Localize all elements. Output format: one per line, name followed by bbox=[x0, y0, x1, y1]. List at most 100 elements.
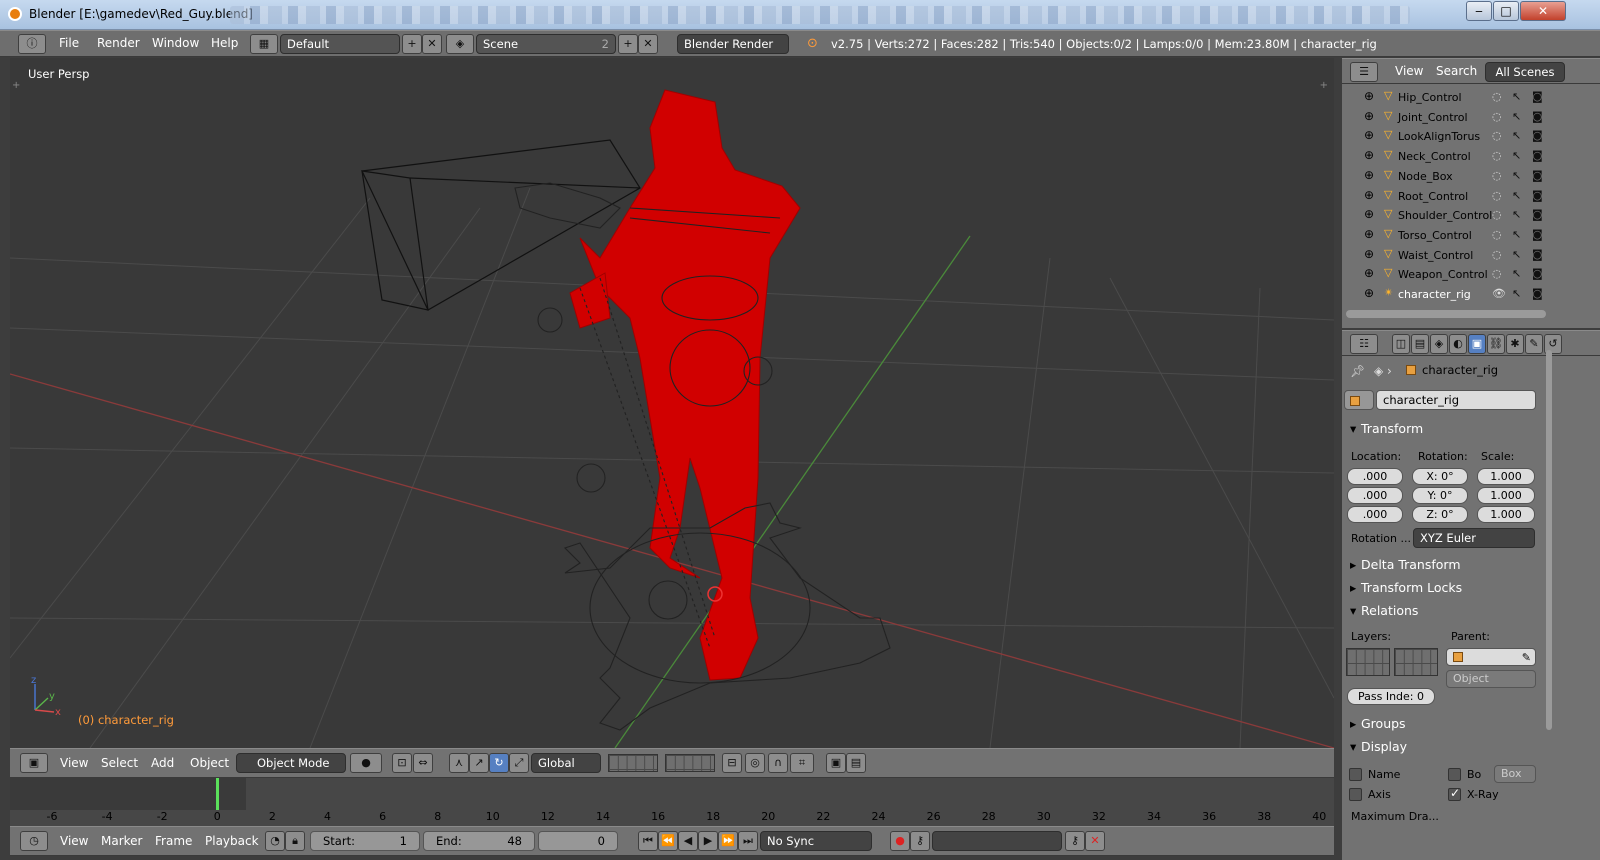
visibility-eye-icon[interactable]: ◌ bbox=[1492, 169, 1502, 182]
display-header[interactable]: Display bbox=[1361, 739, 1407, 754]
outliner-item[interactable]: ⊕ ▽ Joint_Control ◌ ↖ ◙ bbox=[1342, 108, 1547, 128]
keying-set-icon[interactable]: ⚷ bbox=[910, 831, 930, 851]
selectability-arrow-icon[interactable]: ↖ bbox=[1512, 169, 1521, 182]
scale-x-field[interactable]: 1.000 bbox=[1477, 468, 1535, 485]
groups-arrow[interactable]: ▸ bbox=[1350, 716, 1356, 731]
selectability-arrow-icon[interactable]: ↖ bbox=[1512, 149, 1521, 162]
modifiers-tab-icon[interactable]: ✱ bbox=[1506, 334, 1524, 354]
expand-icon[interactable]: ⊕ bbox=[1364, 89, 1374, 103]
expand-icon[interactable]: ⊕ bbox=[1364, 148, 1374, 162]
current-frame-marker[interactable] bbox=[216, 778, 219, 810]
location-x-field[interactable]: .000 bbox=[1347, 468, 1403, 485]
parent-field[interactable]: ✎ bbox=[1446, 648, 1536, 666]
visibility-eye-icon[interactable]: ◌ bbox=[1492, 90, 1502, 103]
scene-tab-icon[interactable]: ◈ bbox=[1430, 334, 1448, 354]
renderability-camera-icon[interactable]: ◙ bbox=[1532, 287, 1543, 300]
renderability-camera-icon[interactable]: ◙ bbox=[1532, 90, 1543, 103]
menu-file[interactable]: File bbox=[59, 36, 79, 50]
object-mode-select[interactable]: Object Mode bbox=[236, 753, 346, 773]
relations-arrow[interactable]: ▾ bbox=[1350, 603, 1356, 618]
relations-header[interactable]: Relations bbox=[1361, 603, 1418, 618]
pass-index-field[interactable]: Pass Inde: 0 bbox=[1347, 688, 1435, 705]
outliner-item[interactable]: ⊕ ▽ Neck_Control ◌ ↖ ◙ bbox=[1342, 147, 1547, 167]
tool-shelf-toggle-icon[interactable]: + bbox=[12, 80, 20, 91]
rotation-x-field[interactable]: X: 0° bbox=[1412, 468, 1468, 485]
menu-playback[interactable]: Playback bbox=[205, 834, 259, 848]
expand-icon[interactable]: ⊕ bbox=[1364, 247, 1374, 261]
selectability-arrow-icon[interactable]: ↖ bbox=[1512, 267, 1521, 280]
transform-locks-header[interactable]: Transform Locks bbox=[1361, 580, 1462, 595]
outliner-item[interactable]: ⊕ ▽ Root_Control ◌ ↖ ◙ bbox=[1342, 187, 1547, 207]
selectability-arrow-icon[interactable]: ↖ bbox=[1512, 248, 1521, 261]
object-tab-icon[interactable]: ▣ bbox=[1468, 334, 1486, 354]
visibility-eye-icon[interactable]: 👁︎ bbox=[1492, 287, 1506, 300]
menu-add[interactable]: Add bbox=[151, 756, 174, 770]
bounds-type-select[interactable]: Box bbox=[1494, 765, 1536, 783]
outliner-item[interactable]: ⊕ ▽ Waist_Control ◌ ↖ ◙ bbox=[1342, 246, 1547, 266]
editor-type-outliner-icon[interactable]: ☰ bbox=[1350, 62, 1378, 82]
expand-icon[interactable]: ⊕ bbox=[1364, 227, 1374, 241]
location-y-field[interactable]: .000 bbox=[1347, 487, 1403, 504]
eyedropper-icon[interactable]: ✎ bbox=[1522, 649, 1531, 667]
outliner-item[interactable]: ⊕ ✴ character_rig 👁︎ ↖ ◙ bbox=[1342, 285, 1547, 305]
menu-object[interactable]: Object bbox=[190, 756, 229, 770]
menu-view[interactable]: View bbox=[60, 756, 88, 770]
visibility-eye-icon[interactable]: ◌ bbox=[1492, 208, 1502, 221]
pivot-point-icon[interactable]: ⊡ bbox=[392, 753, 412, 773]
menu-timeline-view[interactable]: View bbox=[60, 834, 88, 848]
selectability-arrow-icon[interactable]: ↖ bbox=[1512, 228, 1521, 241]
visibility-eye-icon[interactable]: ◌ bbox=[1492, 248, 1502, 261]
jump-start-icon[interactable]: ⏮ bbox=[638, 831, 658, 851]
visibility-eye-icon[interactable]: ◌ bbox=[1492, 149, 1502, 162]
expand-icon[interactable]: ⊕ bbox=[1364, 266, 1374, 280]
preview-range-icon[interactable]: ◔ bbox=[265, 831, 285, 851]
add-scene-icon[interactable]: + bbox=[618, 34, 638, 54]
screen-layout-icon[interactable]: ▦ bbox=[250, 34, 278, 54]
lock-layers-icon[interactable]: ⊟ bbox=[722, 753, 742, 773]
renderability-camera-icon[interactable]: ◙ bbox=[1532, 267, 1543, 280]
parent-type-select[interactable]: Object bbox=[1446, 670, 1536, 688]
minimize-button[interactable]: ‒ bbox=[1466, 1, 1492, 21]
expand-icon[interactable]: ⊕ bbox=[1364, 128, 1374, 142]
render-engine-select[interactable]: Blender Render bbox=[677, 34, 789, 54]
menu-window[interactable]: Window bbox=[152, 36, 199, 50]
viewport-shading-icon[interactable]: ● bbox=[350, 753, 382, 773]
renderability-camera-icon[interactable]: ◙ bbox=[1532, 149, 1543, 162]
renderability-camera-icon[interactable]: ◙ bbox=[1532, 169, 1543, 182]
constraints-tab-icon[interactable]: ⛓ bbox=[1487, 334, 1505, 354]
visibility-eye-icon[interactable]: ◌ bbox=[1492, 228, 1502, 241]
rotate-icon[interactable]: ↻ bbox=[489, 753, 509, 773]
menu-select[interactable]: Select bbox=[101, 756, 138, 770]
proportional-edit-icon[interactable]: ◎ bbox=[745, 753, 765, 773]
delete-keyframe-icon[interactable]: ✕ bbox=[1085, 831, 1105, 851]
transform-header-arrow[interactable]: ▾ bbox=[1350, 421, 1356, 436]
object-layers-grid-2[interactable] bbox=[1394, 648, 1438, 676]
scene-layers-group-1[interactable] bbox=[608, 754, 658, 772]
menu-marker[interactable]: Marker bbox=[101, 834, 142, 848]
start-frame-field[interactable]: Start: 1 bbox=[310, 831, 420, 851]
maximize-button[interactable]: □ bbox=[1493, 1, 1519, 21]
insert-keyframe-icon[interactable]: ⚷ bbox=[1065, 831, 1085, 851]
remove-scene-icon[interactable]: ✕ bbox=[638, 34, 658, 54]
menu-help[interactable]: Help bbox=[211, 36, 238, 50]
menu-render[interactable]: Render bbox=[97, 36, 140, 50]
expand-icon[interactable]: ⊕ bbox=[1364, 188, 1374, 202]
outliner-menu-view[interactable]: View bbox=[1395, 64, 1423, 78]
display-axis-checkbox[interactable] bbox=[1349, 788, 1362, 801]
visibility-eye-icon[interactable]: ◌ bbox=[1492, 110, 1502, 123]
renderability-camera-icon[interactable]: ◙ bbox=[1532, 110, 1543, 123]
renderability-camera-icon[interactable]: ◙ bbox=[1532, 189, 1543, 202]
scale-y-field[interactable]: 1.000 bbox=[1477, 487, 1535, 504]
object-name-field[interactable]: character_rig bbox=[1376, 390, 1536, 410]
current-frame-field[interactable]: 0 bbox=[538, 831, 618, 851]
delta-transform-arrow[interactable]: ▸ bbox=[1350, 557, 1356, 572]
visibility-eye-icon[interactable]: ◌ bbox=[1492, 189, 1502, 202]
jump-keyframe-back-icon[interactable]: ⏪ bbox=[658, 831, 678, 851]
outliner-item[interactable]: ⊕ ▽ Hip_Control ◌ ↖ ◙ bbox=[1342, 88, 1547, 108]
world-tab-icon[interactable]: ◐ bbox=[1449, 334, 1467, 354]
data-tab-icon[interactable]: ✎ bbox=[1525, 334, 1543, 354]
jump-keyframe-forward-icon[interactable]: ⏩ bbox=[718, 831, 738, 851]
outliner-scrollbar[interactable] bbox=[1346, 310, 1546, 318]
timeline-area[interactable]: -6 -4 -2 0 2 4 6 8 10 12 14 16 18 20 22 24 26 28 30 32 34 36 3… bbox=[10, 778, 1334, 826]
outliner-item[interactable]: ⊕ ▽ Shoulder_Control ◌ ↖ ◙ bbox=[1342, 206, 1547, 226]
